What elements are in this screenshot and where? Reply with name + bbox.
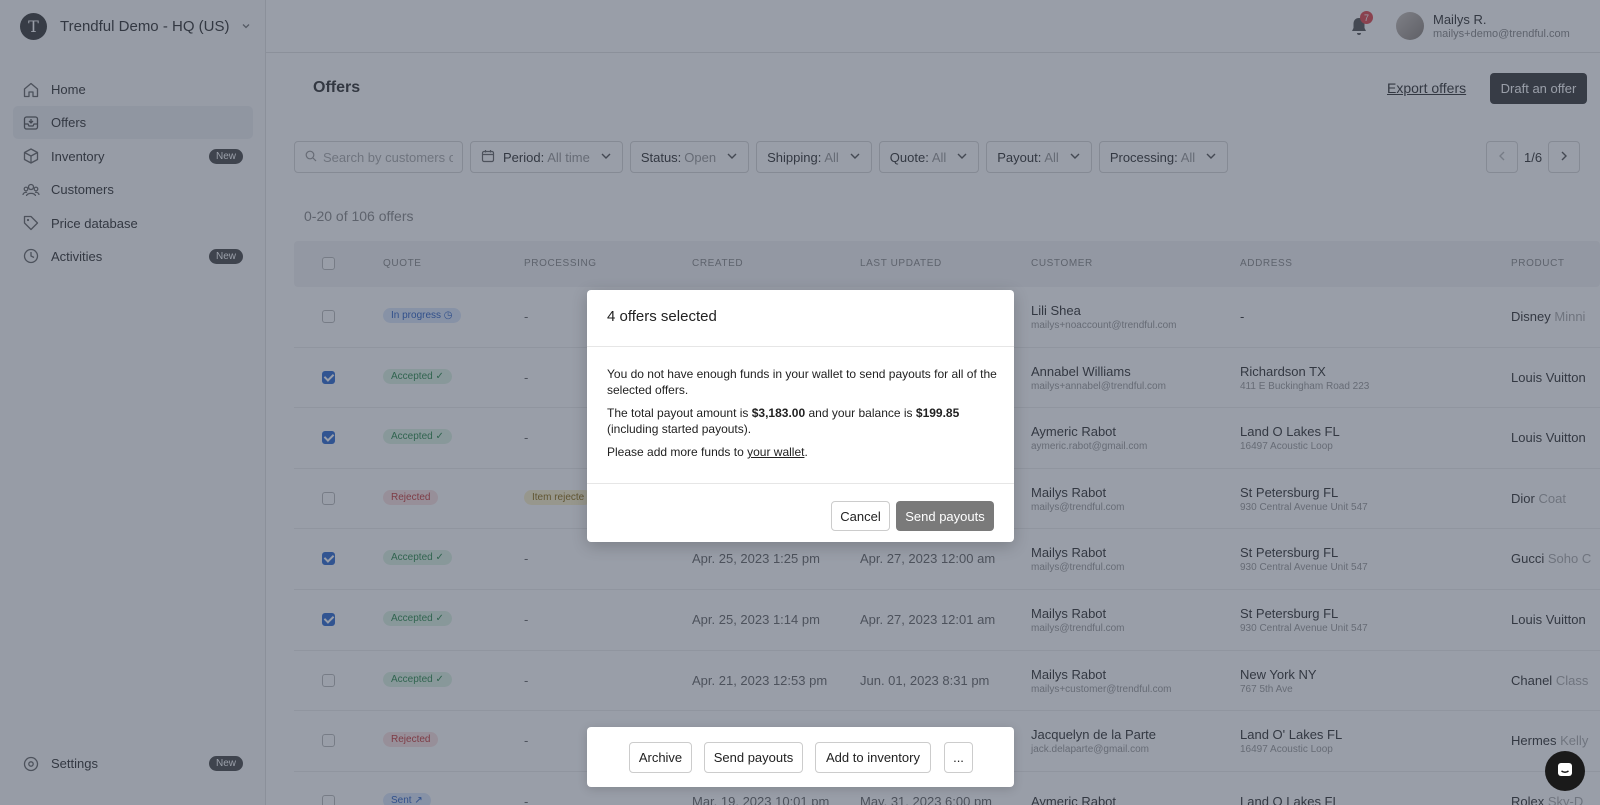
text: The total payout amount is xyxy=(607,406,752,420)
more-actions-button[interactable]: ... xyxy=(944,742,973,773)
total-amount: $3,183.00 xyxy=(751,406,806,420)
bulk-action-bar: Archive Send payouts Add to inventory ..… xyxy=(587,727,1014,787)
add-to-inventory-button[interactable]: Add to inventory xyxy=(815,742,931,773)
text: and your balance is xyxy=(805,406,916,420)
divider xyxy=(587,346,1014,347)
payout-summary: The total payout amount is $3,183.00 and… xyxy=(607,405,997,437)
add-funds-text: Please add more funds to your wallet. xyxy=(607,444,997,460)
send-payouts-button[interactable]: Send payouts xyxy=(896,501,994,531)
balance-amount: $199.85 xyxy=(915,406,960,420)
dialog-title: 4 offers selected xyxy=(607,308,717,325)
wallet-link[interactable]: your wallet xyxy=(747,445,804,459)
text: (including started payouts). xyxy=(607,422,752,436)
dialog-body: You do not have enough funds in your wal… xyxy=(607,366,997,467)
insufficient-funds-text: You do not have enough funds in your wal… xyxy=(607,367,997,397)
cancel-button[interactable]: Cancel xyxy=(831,501,890,531)
chat-icon xyxy=(1556,761,1574,782)
bulk-send-payouts-button[interactable]: Send payouts xyxy=(704,742,803,773)
payout-dialog: 4 offers selected You do not have enough… xyxy=(587,290,1014,542)
archive-button[interactable]: Archive xyxy=(629,742,692,773)
chat-launcher-button[interactable] xyxy=(1545,751,1585,791)
text: Please add more funds to xyxy=(607,445,748,459)
divider xyxy=(587,483,1014,484)
text: . xyxy=(804,445,808,459)
